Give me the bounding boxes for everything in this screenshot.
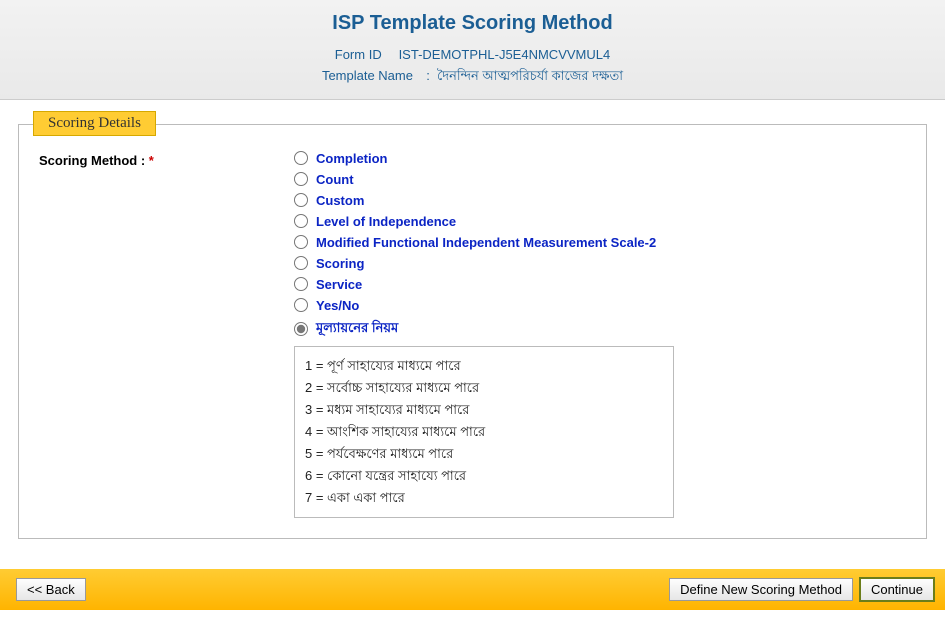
detail-line-2: 2 = সর্বোচ্চ সাহায্যের মাধ্যমে পারে: [305, 377, 663, 399]
option-bengali[interactable]: মূল্যায়নের নিয়ম: [294, 319, 906, 340]
radio-count[interactable]: [294, 172, 308, 186]
radio-scoring[interactable]: [294, 256, 308, 270]
template-name-label: Template Name: [322, 68, 413, 83]
label-count[interactable]: Count: [316, 172, 354, 187]
label-scoring[interactable]: Scoring: [316, 256, 364, 271]
radio-bengali[interactable]: [294, 322, 308, 336]
label-yesno[interactable]: Yes/No: [316, 298, 359, 313]
option-mfims2[interactable]: Modified Functional Independent Measurem…: [294, 235, 906, 250]
radio-completion[interactable]: [294, 151, 308, 165]
header-band: ISP Template Scoring Method Form ID IST-…: [0, 0, 945, 100]
form-id-value: IST-DEMOTPHL-J5E4NMCVVMUL4: [399, 47, 611, 62]
label-service[interactable]: Service: [316, 277, 362, 292]
option-service[interactable]: Service: [294, 277, 906, 292]
option-completion[interactable]: Completion: [294, 151, 906, 166]
form-id-label: Form ID: [335, 47, 382, 62]
page-title: ISP Template Scoring Method: [0, 12, 945, 35]
scoring-method-label: Scoring Method : *: [39, 151, 294, 168]
scoring-detail-box: 1 = পূর্ণ সাহায্যের মাধ্যমে পারে 2 = সর্…: [294, 346, 674, 519]
radio-mfims2[interactable]: [294, 235, 308, 249]
detail-line-4: 4 = আংশিক সাহায্যের মাধ্যমে পারে: [305, 421, 663, 443]
define-new-scoring-method-button[interactable]: Define New Scoring Method: [669, 578, 853, 601]
scoring-details-legend: Scoring Details: [33, 111, 156, 136]
detail-line-1: 1 = পূর্ণ সাহায্যের মাধ্যমে পারে: [305, 355, 663, 377]
option-yesno[interactable]: Yes/No: [294, 298, 906, 313]
scoring-details-fieldset: Scoring Details Scoring Method : * Compl…: [18, 124, 927, 540]
scoring-method-options: Completion Count Custom Level of Indepen…: [294, 151, 906, 519]
detail-line-7: 7 = একা একা পারে: [305, 487, 663, 509]
radio-service[interactable]: [294, 277, 308, 291]
detail-line-3: 3 = মধ্যম সাহায্যের মাধ্যমে পারে: [305, 399, 663, 421]
radio-loi[interactable]: [294, 214, 308, 228]
label-completion[interactable]: Completion: [316, 151, 388, 166]
option-custom[interactable]: Custom: [294, 193, 906, 208]
footer-bar: << Back Define New Scoring Method Contin…: [0, 569, 945, 610]
continue-button[interactable]: Continue: [859, 577, 935, 602]
template-name-line: Template Name : দৈনন্দিন আত্মপরিচর্যা কা…: [0, 66, 945, 87]
template-name-value: দৈনন্দিন আত্মপরিচর্যা কাজের দক্ষতা: [437, 68, 623, 83]
detail-line-5: 5 = পর্যবেক্ষণের মাধ্যমে পারে: [305, 443, 663, 465]
label-custom[interactable]: Custom: [316, 193, 364, 208]
scoring-method-row: Scoring Method : * Completion Count Cust…: [39, 151, 906, 519]
label-mfims2[interactable]: Modified Functional Independent Measurem…: [316, 235, 656, 250]
option-scoring[interactable]: Scoring: [294, 256, 906, 271]
form-id-line: Form ID IST-DEMOTPHL-J5E4NMCVVMUL4: [0, 45, 945, 66]
option-count[interactable]: Count: [294, 172, 906, 187]
label-loi[interactable]: Level of Independence: [316, 214, 456, 229]
radio-yesno[interactable]: [294, 298, 308, 312]
required-marker: *: [149, 153, 154, 168]
label-bengali[interactable]: মূল্যায়নের নিয়ম: [316, 319, 398, 340]
detail-line-6: 6 = কোনো যন্ত্রের সাহায্যে পারে: [305, 465, 663, 487]
content-wrap: Scoring Details Scoring Method : * Compl…: [0, 100, 945, 570]
back-button[interactable]: << Back: [16, 578, 86, 601]
radio-custom[interactable]: [294, 193, 308, 207]
option-level-of-independence[interactable]: Level of Independence: [294, 214, 906, 229]
